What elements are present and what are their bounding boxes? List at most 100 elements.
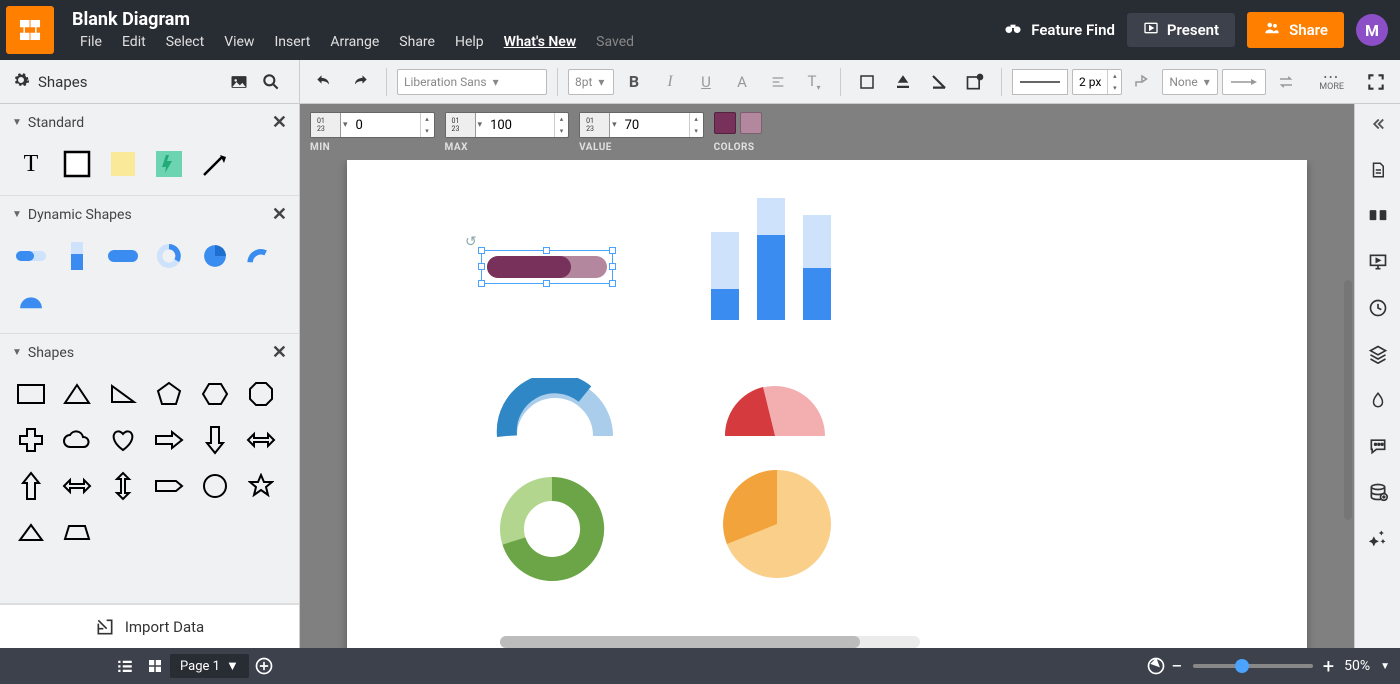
menu-whats-new[interactable]: What's New <box>496 32 585 52</box>
close-icon[interactable]: ✕ <box>272 112 287 133</box>
chat-icon[interactable] <box>1364 432 1392 460</box>
present-panel-icon[interactable] <box>1364 248 1392 276</box>
share-button[interactable]: Share <box>1247 12 1344 48</box>
app-logo[interactable] <box>6 6 54 54</box>
more-button[interactable]: ⋯MORE <box>1319 72 1350 92</box>
gauge-shape[interactable] <box>14 285 48 319</box>
data-icon[interactable] <box>1364 478 1392 506</box>
menu-edit[interactable]: Edit <box>114 32 154 52</box>
double-arrow-h-shape[interactable] <box>244 423 278 457</box>
collapse-icon[interactable] <box>1364 110 1392 138</box>
donut-shape[interactable] <box>152 239 186 273</box>
shape-options-button[interactable] <box>961 68 989 96</box>
pentagon-shape[interactable] <box>152 377 186 411</box>
bar-chart-shape[interactable] <box>711 198 831 320</box>
horizontal-scrollbar[interactable] <box>500 636 920 648</box>
double-arrow-h2-shape[interactable] <box>60 469 94 503</box>
stroke-width-input[interactable]: 2 px▴▾ <box>1072 69 1122 95</box>
underline-button[interactable]: U <box>692 68 720 96</box>
gear-icon[interactable] <box>12 71 30 93</box>
donut-shape[interactable] <box>497 474 607 588</box>
present-button[interactable]: Present <box>1127 13 1235 47</box>
text-color-button[interactable]: A <box>728 68 756 96</box>
vertical-scrollbar[interactable] <box>1344 280 1352 520</box>
right-triangle-shape[interactable] <box>106 377 140 411</box>
right-arrow-shape[interactable] <box>152 423 186 457</box>
pie-shape[interactable] <box>717 464 837 588</box>
list-view-button[interactable] <box>110 651 140 681</box>
double-arrow-v-shape[interactable] <box>106 469 140 503</box>
menu-select[interactable]: Select <box>158 32 212 52</box>
standard-section-header[interactable]: ▼ Standard ✕ <box>0 104 299 141</box>
zoom-control[interactable]: − + 50% ▼ <box>1171 654 1390 678</box>
menu-help[interactable]: Help <box>447 32 492 52</box>
line-shape[interactable] <box>198 147 232 181</box>
bold-button[interactable]: B <box>620 68 648 96</box>
max-input[interactable]: 0123▾ ▴▾ <box>445 112 570 138</box>
endpoint-select[interactable]: None <box>1162 69 1218 95</box>
image-icon[interactable] <box>225 68 253 96</box>
progress-bar-shape[interactable] <box>14 239 48 273</box>
cloud-shape[interactable] <box>60 423 94 457</box>
star-shape[interactable] <box>244 469 278 503</box>
redo-button[interactable] <box>346 68 374 96</box>
theme-icon[interactable] <box>1364 386 1392 414</box>
line-style-select[interactable] <box>1012 69 1068 95</box>
italic-button[interactable]: I <box>656 68 684 96</box>
dynamic-section-header[interactable]: ▼ Dynamic Shapes ✕ <box>0 196 299 233</box>
user-avatar[interactable]: M <box>1356 14 1388 46</box>
triangle-shape[interactable] <box>60 377 94 411</box>
comment-icon[interactable] <box>1364 202 1392 230</box>
magic-icon[interactable] <box>1364 524 1392 552</box>
close-icon[interactable]: ✕ <box>272 342 287 363</box>
single-bar-shape[interactable] <box>60 239 94 273</box>
search-icon[interactable] <box>257 68 285 96</box>
arc-shape[interactable] <box>244 239 278 273</box>
import-data-button[interactable]: Import Data <box>0 604 299 648</box>
history-icon[interactable] <box>1364 294 1392 322</box>
color-swatch-primary[interactable] <box>714 112 736 134</box>
up-triangle-shape[interactable] <box>14 515 48 549</box>
menu-arrange[interactable]: Arrange <box>322 32 387 52</box>
octagon-shape[interactable] <box>244 377 278 411</box>
hotspot-shape[interactable] <box>152 147 186 181</box>
text-options-button[interactable]: T▾ <box>800 68 828 96</box>
layers-icon[interactable] <box>1364 340 1392 368</box>
undo-button[interactable] <box>310 68 338 96</box>
min-input[interactable]: 0123▾ ▴▾ <box>310 112 435 138</box>
selected-progress-bar[interactable]: ↺ <box>487 256 607 278</box>
rectangle-shape[interactable] <box>14 377 48 411</box>
circle-shape[interactable] <box>198 469 232 503</box>
down-arrow-shape[interactable] <box>198 423 232 457</box>
menu-view[interactable]: View <box>216 32 262 52</box>
color-swatch-secondary[interactable] <box>740 112 762 134</box>
menu-share[interactable]: Share <box>391 32 443 52</box>
font-select[interactable]: Liberation Sans <box>397 69 547 95</box>
arc-shape[interactable] <box>495 378 615 446</box>
canvas[interactable]: ↺ <box>347 160 1307 648</box>
trapezoid-shape[interactable] <box>60 515 94 549</box>
swap-ends-button[interactable] <box>1272 68 1300 96</box>
heart-shape[interactable] <box>106 423 140 457</box>
value-input[interactable]: 0123▾ ▴▾ <box>579 112 704 138</box>
navigator-button[interactable] <box>1141 651 1171 681</box>
color-swatches[interactable] <box>714 112 762 138</box>
add-page-button[interactable] <box>249 651 279 681</box>
document-icon[interactable] <box>1364 156 1392 184</box>
text-shape[interactable]: T <box>14 147 48 181</box>
feature-find-button[interactable]: Feature Find <box>1003 18 1115 42</box>
shapes-section-header[interactable]: ▼ Shapes ✕ <box>0 334 299 371</box>
font-size-select[interactable]: 8pt <box>568 69 614 95</box>
block-shape[interactable] <box>60 147 94 181</box>
up-arrow-shape[interactable] <box>14 469 48 503</box>
pie-shape[interactable] <box>198 239 232 273</box>
document-title[interactable]: Blank Diagram <box>72 9 642 30</box>
close-icon[interactable]: ✕ <box>272 204 287 225</box>
border-button[interactable] <box>925 68 953 96</box>
zoom-level[interactable]: 50% <box>1344 658 1370 674</box>
page-select[interactable]: Page 1▼ <box>170 654 249 678</box>
rotate-handle-icon[interactable]: ↺ <box>465 234 477 250</box>
zoom-out-button[interactable]: − <box>1171 654 1182 678</box>
gauge-shape[interactable] <box>715 378 835 442</box>
pill-shape[interactable] <box>106 239 140 273</box>
